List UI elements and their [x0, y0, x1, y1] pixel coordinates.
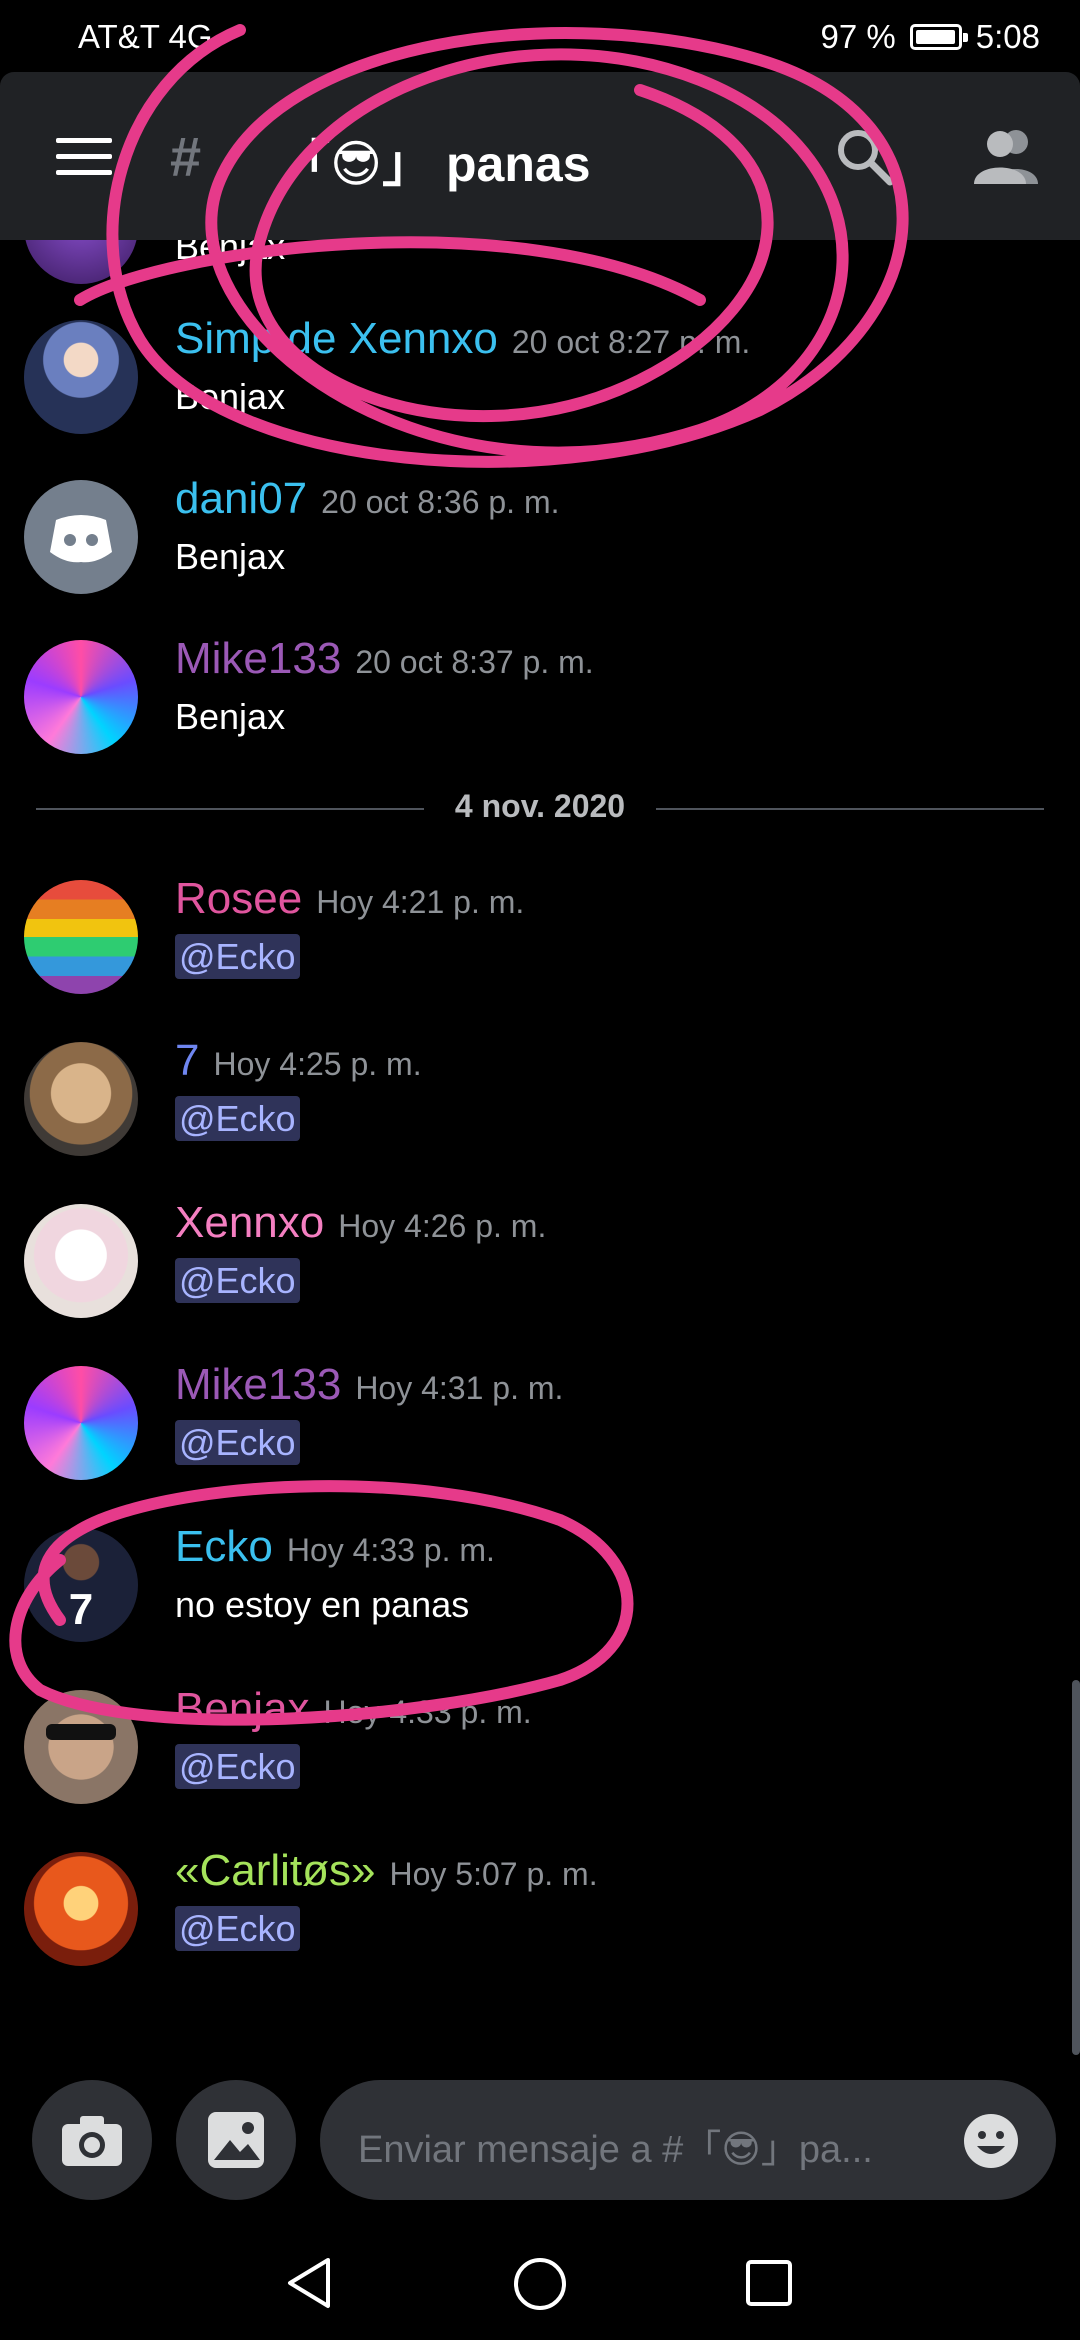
svg-text:7: 7	[69, 1585, 93, 1634]
status-right: 97 % 5:08	[821, 18, 1040, 56]
message-author[interactable]: Mike133 Hoy 4:31 p. m.	[175, 1360, 563, 1410]
message-item[interactable]: Mike133 Hoy 4:31 p. m. @Ecko	[0, 1360, 1050, 1516]
user-mention[interactable]: @Ecko	[175, 1096, 300, 1141]
date-divider: 4 nov. 2020	[36, 788, 1044, 828]
message-author[interactable]: Mike133 20 oct 8:37 p. m.	[175, 634, 594, 684]
message-item[interactable]: Benjax Hoy 4:33 p. m. @Ecko	[0, 1684, 1050, 1840]
avatar[interactable]	[24, 1042, 138, 1156]
message-item[interactable]: Benjax	[0, 240, 1050, 320]
message-text: @Ecko	[175, 1744, 300, 1789]
battery-icon	[909, 24, 968, 50]
message-input[interactable]: Enviar mensaje a #「😎」pa...	[320, 2080, 1056, 2200]
message-item[interactable]: Mike133 20 oct 8:37 p. m. Benjax	[0, 634, 1050, 790]
message-item[interactable]: Simp de Xennxo 20 oct 8:27 p. m. Benjax	[0, 314, 1050, 470]
user-mention[interactable]: @Ecko	[175, 1906, 300, 1951]
avatar[interactable]	[24, 320, 138, 434]
message-item[interactable]: dani07 20 oct 8:36 p. m. Benjax	[0, 474, 1050, 630]
message-text: @Ecko	[175, 934, 300, 979]
message-author[interactable]: Xennxo Hoy 4:26 p. m.	[175, 1198, 546, 1248]
avatar[interactable]	[24, 1204, 138, 1318]
image-button[interactable]	[176, 2080, 296, 2200]
message-text: Benjax	[175, 696, 286, 737]
avatar[interactable]	[24, 240, 138, 284]
user-mention[interactable]: @Ecko	[175, 1258, 300, 1303]
message-item[interactable]: Rosee Hoy 4:21 p. m. @Ecko	[0, 874, 1050, 1030]
home-icon[interactable]	[512, 2256, 568, 2312]
message-author[interactable]: Rosee Hoy 4:21 p. m.	[175, 874, 524, 924]
discord-default-avatar[interactable]	[24, 480, 138, 594]
message-text: @Ecko	[175, 1420, 300, 1465]
search-icon[interactable]	[832, 124, 896, 188]
message-author[interactable]: dani07 20 oct 8:36 p. m.	[175, 474, 560, 524]
user-mention[interactable]: @Ecko	[175, 1744, 300, 1789]
message-text: Benjax	[175, 376, 286, 417]
back-icon[interactable]	[284, 2256, 334, 2310]
avatar[interactable]	[24, 1366, 138, 1480]
hamburger-menu-icon[interactable]	[56, 138, 112, 175]
message-text: Benjax	[175, 536, 286, 577]
message-author[interactable]: «Carlitøs» Hoy 5:07 p. m.	[175, 1846, 598, 1896]
system-nav-bar	[0, 2220, 1080, 2340]
scrollbar[interactable]	[1072, 1680, 1080, 2055]
clock: 5:08	[975, 18, 1040, 55]
message-author[interactable]: Ecko Hoy 4:33 p. m.	[175, 1522, 495, 1572]
message-text: Benjax	[175, 240, 286, 267]
user-mention[interactable]: @Ecko	[175, 1420, 300, 1465]
channel-hash-icon: #	[170, 125, 202, 188]
message-text: @Ecko	[175, 1906, 300, 1951]
emoji-icon[interactable]	[962, 2112, 1020, 2170]
message-text: @Ecko	[175, 1258, 300, 1303]
image-icon	[208, 2112, 264, 2168]
avatar[interactable]	[24, 880, 138, 994]
avatar[interactable]	[24, 1690, 138, 1804]
status-bar: AT&T 4G 97 % 5:08	[0, 0, 1080, 72]
recents-icon[interactable]	[744, 2258, 794, 2308]
message-input-placeholder: Enviar mensaje a #「😎」pa...	[358, 2129, 873, 2171]
message-list[interactable]: Benjax Simp de Xennxo 20 oct 8:27 p. m. B…	[0, 240, 1080, 2060]
message-item[interactable]: 7 Hoy 4:25 p. m. @Ecko	[0, 1036, 1050, 1192]
message-text: @Ecko	[175, 1096, 300, 1141]
avatar[interactable]: 7	[24, 1528, 138, 1642]
user-mention[interactable]: @Ecko	[175, 934, 300, 979]
message-item[interactable]: «Carlitøs» Hoy 5:07 p. m. @Ecko	[0, 1846, 1050, 2002]
message-author[interactable]: Simp de Xennxo 20 oct 8:27 p. m.	[175, 314, 750, 364]
camera-button[interactable]	[32, 2080, 152, 2200]
battery-percent: 97 %	[820, 18, 896, 55]
message-composer: Enviar mensaje a #「😎」pa...	[0, 2060, 1080, 2220]
message-text: no estoy en panas	[175, 1584, 470, 1625]
message-author[interactable]: 7 Hoy 4:25 p. m.	[175, 1036, 422, 1086]
camera-icon	[62, 2116, 122, 2166]
avatar[interactable]	[24, 1852, 138, 1966]
message-item[interactable]: 7 Ecko Hoy 4:33 p. m. no estoy en panas	[0, 1522, 1050, 1678]
message-author[interactable]: Benjax Hoy 4:33 p. m.	[175, 1684, 532, 1734]
channel-header: # 「😎」 panas	[0, 72, 1080, 240]
avatar[interactable]	[24, 640, 138, 754]
channel-title: 「😎」 panas	[280, 136, 591, 192]
message-item[interactable]: Xennxo Hoy 4:26 p. m. @Ecko	[0, 1198, 1050, 1354]
carrier-label: AT&T 4G	[78, 18, 213, 55]
members-icon[interactable]	[970, 124, 1042, 188]
